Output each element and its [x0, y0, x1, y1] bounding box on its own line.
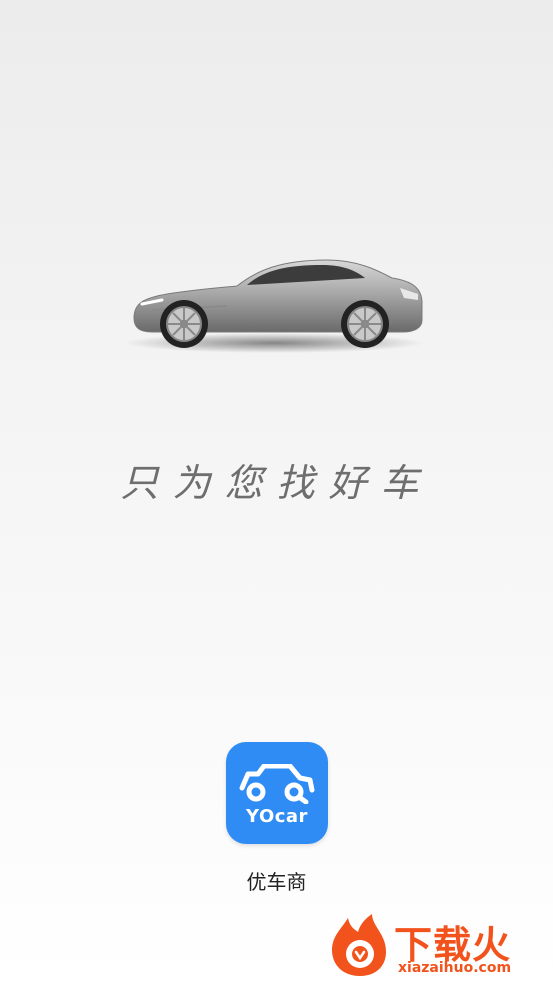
watermark-url: xiazaihuo.com	[398, 960, 512, 976]
slogan-text: 只为您找好车	[120, 461, 433, 505]
app-icon-brand: YOcar	[246, 806, 308, 827]
car-search-icon	[239, 764, 315, 804]
car-image	[122, 248, 427, 356]
watermark: 下载火 xiazaihuo.com	[328, 912, 550, 980]
app-icon: YOcar	[226, 742, 328, 844]
fire-logo-icon	[332, 914, 386, 976]
app-name: 优车商	[246, 870, 307, 894]
